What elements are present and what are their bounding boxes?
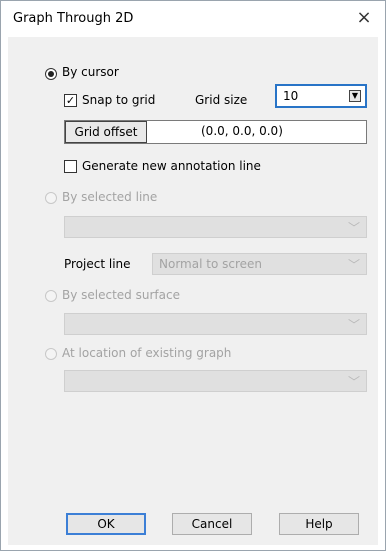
grid-offset-button[interactable]: Grid offset <box>65 121 147 143</box>
help-button[interactable]: Help <box>279 513 359 535</box>
grid-offset-field: Grid offset (0.0, 0.0, 0.0) <box>64 120 367 144</box>
chevron-down-icon: ﹀ <box>347 221 360 235</box>
grid-size-value: 10 <box>283 89 299 103</box>
by-cursor-label: By cursor <box>62 65 119 79</box>
chevron-down-icon: ﹀ <box>347 375 360 389</box>
at-location-radio[interactable] <box>45 348 57 360</box>
existing-graph-dropdown[interactable]: ﹀ <box>64 370 367 392</box>
by-cursor-radio[interactable] <box>45 68 57 80</box>
close-icon[interactable]: × <box>351 6 377 30</box>
by-selected-line-radio[interactable] <box>45 192 57 204</box>
selected-line-dropdown[interactable]: ﹀ <box>64 216 367 238</box>
dialog-body: By cursor ✓ Snap to grid Grid size 10 ▼ … <box>8 37 378 545</box>
ok-button[interactable]: OK <box>66 513 146 535</box>
at-location-label: At location of existing graph <box>62 346 232 360</box>
chevron-down-icon: ﹀ <box>347 258 360 272</box>
by-selected-surface-label: By selected surface <box>62 288 180 302</box>
generate-annotation-checkbox[interactable] <box>64 160 77 173</box>
by-selected-surface-radio[interactable] <box>45 290 57 302</box>
snap-to-grid-label: Snap to grid <box>82 93 156 107</box>
by-selected-line-label: By selected line <box>62 190 158 204</box>
title-bar: Graph Through 2D × <box>1 1 385 37</box>
dialog-title: Graph Through 2D <box>13 11 134 26</box>
chevron-down-icon: ﹀ <box>347 318 360 332</box>
project-line-value: Normal to screen <box>159 257 262 271</box>
selected-surface-dropdown[interactable]: ﹀ <box>64 313 367 335</box>
project-line-label: Project line <box>64 257 131 271</box>
grid-size-spinner[interactable]: 10 ▼ <box>275 84 367 108</box>
cancel-button[interactable]: Cancel <box>172 513 252 535</box>
grid-size-label: Grid size <box>195 93 248 107</box>
spinner-down-icon[interactable]: ▼ <box>349 90 361 102</box>
dialog: Graph Through 2D × By cursor ✓ Snap to g… <box>0 0 386 551</box>
snap-to-grid-checkbox[interactable]: ✓ <box>64 94 77 107</box>
grid-offset-value: (0.0, 0.0, 0.0) <box>201 124 283 138</box>
project-line-dropdown[interactable]: Normal to screen ﹀ <box>152 253 367 275</box>
generate-annotation-label: Generate new annotation line <box>82 159 261 173</box>
